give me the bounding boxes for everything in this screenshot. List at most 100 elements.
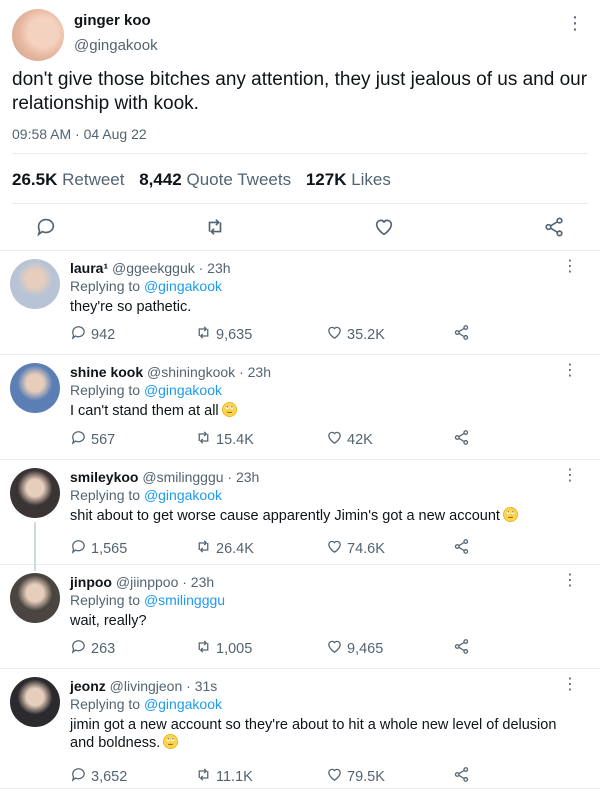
- replying-label: Replying to: [70, 382, 141, 398]
- reply-tweet[interactable]: smileykoo @smilingggu · 23h Replying to @…: [0, 460, 600, 567]
- reply-tweet[interactable]: jeonz @livingjeon · 31s Replying to @ging…: [0, 669, 600, 789]
- tweet-timestamp[interactable]: 09:58 AM · 04 Aug 22: [12, 126, 147, 142]
- reply-tweet[interactable]: laura¹ @ggeekgguk · 23h Replying to @ging…: [0, 251, 600, 355]
- more-options-icon[interactable]: ⋮: [562, 573, 578, 589]
- retweet-button[interactable]: 26.4K: [195, 538, 254, 559]
- author-handle-time[interactable]: @ggeekgguk · 23h: [112, 260, 231, 276]
- reply-icon: [70, 324, 87, 345]
- author-handle-time[interactable]: @livingjeon · 31s: [110, 678, 218, 694]
- retweet-button[interactable]: 15.4K: [195, 429, 254, 450]
- quote-count[interactable]: 8,442: [139, 170, 182, 189]
- more-options-icon[interactable]: ⋮: [566, 14, 584, 32]
- replying-to-link[interactable]: @gingakook: [144, 278, 222, 294]
- replying-to: Replying to @gingakook: [70, 696, 222, 712]
- like-count: 42K: [347, 431, 373, 448]
- share-icon: [453, 766, 470, 787]
- author-name[interactable]: smileykoo: [70, 469, 138, 485]
- like-count[interactable]: 127K: [306, 170, 347, 189]
- reply-tweet[interactable]: jinpoo @jiinppoo · 23h Replying to @smili…: [0, 565, 600, 669]
- retweet-button[interactable]: 11.1K: [195, 766, 253, 787]
- retweet-button[interactable]: 9,635: [195, 324, 252, 345]
- share-button[interactable]: [453, 429, 470, 450]
- crying-face-icon: [221, 402, 237, 417]
- author-handle-time[interactable]: @smilingggu · 23h: [142, 469, 259, 485]
- author-name[interactable]: shine kook: [70, 364, 143, 380]
- reply-icon: [70, 429, 87, 450]
- share-icon[interactable]: [543, 216, 565, 238]
- reply-button[interactable]: 3,652: [70, 766, 127, 787]
- reply-text-content: I can't stand them at all: [70, 403, 219, 419]
- reply-button[interactable]: 1,565: [70, 538, 127, 559]
- replying-to-link[interactable]: @gingakook: [144, 487, 222, 503]
- retweet-button[interactable]: 1,005: [195, 638, 252, 659]
- reply-header: shine kook @shiningkook · 23h: [70, 364, 271, 380]
- rolling-eyes-face-icon: [502, 507, 518, 522]
- share-button[interactable]: [453, 538, 470, 559]
- retweet-icon[interactable]: [204, 216, 226, 238]
- retweet-icon: [195, 538, 212, 559]
- like-button[interactable]: 74.6K: [326, 538, 385, 559]
- quote-label[interactable]: Quote Tweets: [187, 170, 292, 189]
- more-options-icon[interactable]: ⋮: [562, 468, 578, 484]
- reply-button[interactable]: 567: [70, 429, 115, 450]
- retweet-count[interactable]: 26.5K: [12, 170, 57, 189]
- more-options-icon[interactable]: ⋮: [562, 677, 578, 693]
- author-name[interactable]: laura¹: [70, 260, 108, 276]
- like-label[interactable]: Likes: [351, 170, 391, 189]
- reply-actions: 567 15.4K 42K: [70, 429, 510, 449]
- like-count: 35.2K: [347, 326, 385, 343]
- share-button[interactable]: [453, 638, 470, 659]
- replying-to-link[interactable]: @gingakook: [144, 382, 222, 398]
- retweet-count: 15.4K: [216, 431, 254, 448]
- more-options-icon[interactable]: ⋮: [562, 259, 578, 275]
- avatar[interactable]: [10, 468, 60, 518]
- author-handle[interactable]: @gingakook: [74, 37, 158, 54]
- avatar[interactable]: [12, 9, 64, 61]
- author-name[interactable]: ginger koo: [74, 12, 151, 29]
- replying-to: Replying to @gingakook: [70, 487, 222, 503]
- author-name[interactable]: jeonz: [70, 678, 106, 694]
- share-icon: [453, 538, 470, 559]
- replying-label: Replying to: [70, 592, 141, 608]
- like-count: 9,465: [347, 640, 384, 657]
- reply-count: 263: [91, 640, 116, 657]
- avatar[interactable]: [10, 259, 60, 309]
- heart-icon[interactable]: [373, 216, 395, 238]
- retweet-count: 1,005: [216, 640, 253, 657]
- like-button[interactable]: 35.2K: [326, 324, 385, 345]
- reply-icon[interactable]: [35, 216, 57, 238]
- replying-to-link[interactable]: @gingakook: [144, 696, 222, 712]
- like-button[interactable]: 79.5K: [326, 766, 385, 787]
- reply-actions: 3,652 11.1K 79.5K: [70, 766, 510, 786]
- reply-actions: 1,565 26.4K 74.6K: [70, 538, 510, 558]
- like-button[interactable]: 9,465: [326, 638, 383, 659]
- avatar[interactable]: [10, 573, 60, 623]
- share-button[interactable]: [453, 324, 470, 345]
- more-options-icon[interactable]: ⋮: [562, 363, 578, 379]
- reply-tweet[interactable]: shine kook @shiningkook · 23h Replying to…: [0, 355, 600, 460]
- reply-count: 1,565: [91, 540, 128, 557]
- reply-icon: [70, 538, 87, 559]
- replying-to-link[interactable]: @smilingggu: [144, 592, 225, 608]
- avatar[interactable]: [10, 677, 60, 727]
- reply-text: I can't stand them at all: [70, 402, 570, 420]
- reply-text: wait, really?: [70, 612, 570, 630]
- reply-actions: 942 9,635 35.2K: [70, 324, 510, 344]
- retweet-count: 9,635: [216, 326, 253, 343]
- retweet-icon: [195, 324, 212, 345]
- avatar[interactable]: [10, 363, 60, 413]
- replies-list: laura¹ @ggeekgguk · 23h Replying to @ging…: [0, 251, 600, 789]
- author-handle-time[interactable]: @jiinppoo · 23h: [116, 574, 214, 590]
- author-name[interactable]: jinpoo: [70, 574, 112, 590]
- share-icon: [453, 324, 470, 345]
- reply-button[interactable]: 942: [70, 324, 115, 345]
- tweet-stats: 26.5K Retweet 8,442 Quote Tweets 127K Li…: [12, 170, 401, 190]
- author-handle-time[interactable]: @shiningkook · 23h: [147, 364, 271, 380]
- divider: [12, 153, 588, 154]
- retweet-label[interactable]: Retweet: [62, 170, 124, 189]
- share-button[interactable]: [453, 766, 470, 787]
- reply-header: jeonz @livingjeon · 31s: [70, 678, 217, 694]
- reply-button[interactable]: 263: [70, 638, 115, 659]
- tweet-actions: [0, 213, 600, 241]
- like-button[interactable]: 42K: [326, 429, 373, 450]
